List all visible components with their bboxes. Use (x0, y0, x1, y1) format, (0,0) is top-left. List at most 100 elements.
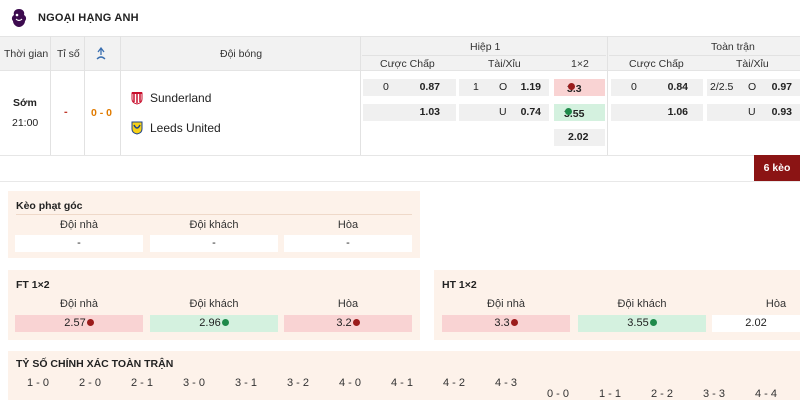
h1-handicap-home[interactable]: 0 0.87 (363, 79, 456, 96)
odds-up-icon (352, 319, 360, 326)
odds-line: 1 (473, 81, 479, 93)
score-label: 4 - 4 (754, 388, 777, 400)
corner-panel: Kèo phạt góc Đội nhà Đội khách Hòa - - - (8, 191, 420, 258)
match-status: Sớm (13, 97, 37, 109)
match-row[interactable]: Sớm 21:00 - 0 - 0 Sunderland Leeds Unite… (0, 71, 800, 156)
col-home: Đội nhà (60, 219, 98, 231)
ft-ou-under[interactable]: U 0.93 (707, 104, 800, 121)
divider (16, 214, 412, 215)
home-team[interactable]: Sunderland (130, 91, 211, 105)
score-label: 3 - 0 (182, 377, 205, 389)
match-score: 0 - 0 (91, 107, 113, 119)
h1-handicap-away[interactable]: 1.03 (363, 104, 456, 121)
corner-draw-value[interactable]: - (284, 235, 412, 252)
odds-down-icon (221, 319, 229, 326)
odds-side: O (499, 81, 508, 93)
h1-1x2-away[interactable]: 3.55 (554, 104, 605, 121)
corner-panel-title: Kèo phạt góc (16, 200, 83, 212)
odds-side: U (748, 106, 756, 118)
header-1x2: 1×2 (571, 58, 589, 70)
odds-up-icon (568, 83, 575, 90)
ft-handicap-home[interactable]: 0 0.84 (611, 79, 703, 96)
col-away: Đội khách (189, 298, 239, 310)
col-draw: Hòa (765, 298, 787, 310)
ft-ou-over[interactable]: 2/2.5 O 0.97 (707, 79, 800, 96)
header-handicap-ft: Cược Chấp (629, 58, 684, 70)
score-label: 2 - 2 (650, 388, 673, 400)
away-team-name: Leeds United (150, 121, 221, 135)
col-draw: Hòa (337, 298, 359, 310)
odds-line: 0 (383, 81, 389, 93)
sunderland-logo (131, 92, 143, 105)
col-away: Đội khách (617, 298, 667, 310)
odds-value: 3.55 (627, 317, 649, 329)
ft-draw-odds[interactable]: 3.2 (284, 315, 412, 332)
ht-home-odds[interactable]: 3.3 (442, 315, 570, 332)
ft-panel-title: FT 1×2 (16, 279, 50, 291)
score-label: 3 - 3 (702, 388, 725, 400)
odds-value: 3.2 (336, 317, 352, 329)
ft-home-odds[interactable]: 2.57 (15, 315, 143, 332)
stats-icon[interactable] (95, 46, 107, 64)
header-time: Thời gian (4, 48, 49, 60)
odds-up-icon (510, 319, 518, 326)
score-label: 1 - 1 (598, 388, 621, 400)
premier-league-logo (11, 9, 27, 27)
ht-panel-title: HT 1×2 (442, 279, 477, 291)
correct-score-title: TỶ SỐ CHÍNH XÁC TOÀN TRẬN (16, 358, 174, 370)
header-fulltime: Toàn trận (711, 41, 755, 53)
odds-value: 0.93 (771, 106, 792, 118)
odds-value: 3.3 (494, 317, 510, 329)
correct-score-panel: TỶ SỐ CHÍNH XÁC TOÀN TRẬN 1 - 0 2 - 0 2 … (8, 351, 800, 400)
score-label: 4 - 3 (494, 377, 517, 389)
odds-line: 0 (631, 81, 637, 93)
league-title: NGOẠI HẠNG ANH (38, 12, 139, 24)
ht-1x2-panel: HT 1×2 Đội nhà Đội khách Hòa 3.3 3.55 2.… (434, 270, 800, 340)
odds-value: 0.97 (771, 81, 792, 93)
ft-away-odds[interactable]: 2.96 (150, 315, 278, 332)
h1-ou-under[interactable]: U 0.74 (459, 104, 549, 121)
ht-draw-odds[interactable]: 2.02 (712, 315, 800, 332)
corner-away-value[interactable]: - (150, 235, 278, 252)
h1-1x2-home[interactable]: 3.3 (554, 79, 605, 96)
ht-away-odds[interactable]: 3.55 (578, 315, 706, 332)
odds-value: 1.06 (667, 106, 688, 118)
header-overunder-ft: Tài/Xỉu (736, 58, 769, 70)
h1-1x2-draw[interactable]: 2.02 (554, 129, 605, 146)
odds-value: 2.96 (199, 317, 221, 329)
h1-ou-over[interactable]: 1 O 1.19 (459, 79, 549, 96)
divider (0, 181, 800, 182)
score-label: 2 - 0 (78, 377, 101, 389)
odds-up-icon (86, 319, 94, 326)
header-score: Tỉ số (57, 48, 80, 60)
score-label: 4 - 2 (442, 377, 465, 389)
odds-value: 2.02 (745, 317, 767, 329)
score-label: 3 - 2 (286, 377, 309, 389)
odds-value: 2.57 (64, 317, 86, 329)
odds-line: 2/2.5 (710, 81, 734, 93)
col-draw: Hòa (337, 219, 359, 231)
header-handicap: Cược Chấp (380, 58, 435, 70)
odds-down-icon (649, 319, 657, 326)
col-away: Đội khách (189, 219, 239, 231)
ft-handicap-away[interactable]: 1.06 (611, 104, 703, 121)
score-label: 1 - 0 (26, 377, 49, 389)
corner-home-value[interactable]: - (15, 235, 143, 252)
league-header: NGOẠI HẠNG ANH (0, 0, 800, 36)
odds-side: O (748, 81, 757, 93)
odds-value: 0.87 (419, 81, 440, 93)
score-label: 4 - 1 (390, 377, 413, 389)
odds-value: 1.19 (520, 81, 541, 93)
more-odds-button[interactable]: 6 kèo (754, 155, 800, 181)
odds-value: 1.03 (419, 106, 440, 118)
col-home: Đội nhà (487, 298, 525, 310)
score-label: 2 - 1 (130, 377, 153, 389)
leeds-united-logo (131, 121, 143, 135)
match-dash: - (64, 106, 68, 118)
home-team-name: Sunderland (150, 91, 212, 105)
ft-1x2-panel: FT 1×2 Đội nhà Đội khách Hòa 2.57 2.96 3… (8, 270, 420, 340)
away-team[interactable]: Leeds United (130, 121, 221, 135)
score-label: 0 - 0 (546, 388, 569, 400)
header-half1: Hiệp 1 (470, 41, 501, 53)
odds-side: U (499, 106, 507, 118)
